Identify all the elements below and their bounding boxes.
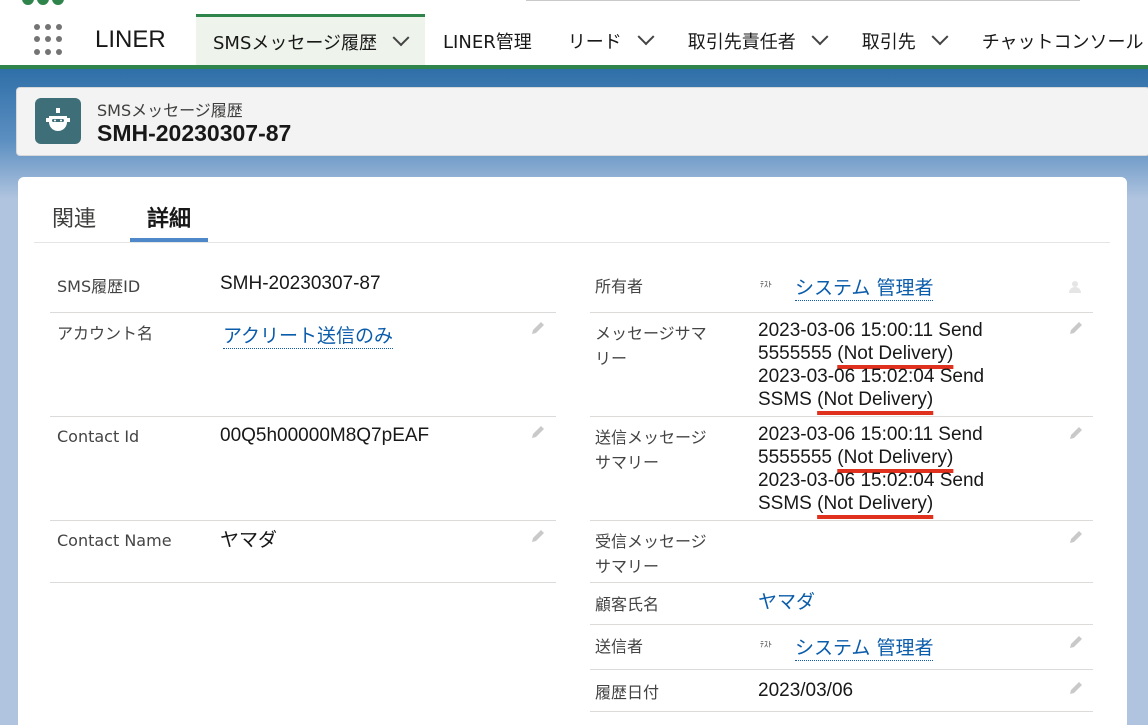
summary-line: 2023-03-06 15:00:11 Send (758, 320, 983, 341)
summary-line: 5555555 (Not Delivery) (758, 446, 984, 469)
global-nav: LINER SMSメッセージ履歴 LINER管理 リード 取引先責任者 取引先 … (0, 0, 1148, 67)
label-line: リー (595, 349, 628, 368)
tab-liner-admin[interactable]: LINER管理 (425, 14, 550, 67)
summary-line: 2023-03-06 15:02:04 Send (758, 366, 985, 387)
field-label-customer-name: 顧客氏名 (595, 595, 660, 614)
summary-line: SSMS (Not Delivery) (758, 492, 984, 515)
tab-contacts[interactable]: 取引先責任者 (670, 14, 844, 67)
tab-sms-history[interactable]: SMSメッセージ履歴 (196, 14, 426, 67)
field-value-history-date: 2023/03/06 (758, 680, 854, 701)
field-link-owner[interactable]: システム 管理者 (795, 277, 934, 301)
tab-details[interactable]: 詳細 (147, 201, 191, 233)
field-label-owner: 所有者 (595, 277, 644, 296)
field-link-customer-name[interactable]: ヤマダ (758, 591, 815, 614)
tab-leads[interactable]: リード (550, 14, 670, 67)
row-divider (590, 416, 1093, 417)
row-divider (590, 582, 1093, 583)
summary-line: 2023-03-06 15:02:04 Send (758, 470, 985, 491)
delivery-status: (Not Delivery) (817, 389, 934, 410)
row-divider (590, 711, 1093, 712)
chevron-down-icon[interactable] (811, 27, 829, 45)
field-label-sent-summary: 送信メッセージ サマリー (595, 425, 707, 475)
summary-number: 5555555 (758, 447, 838, 468)
label-line: 受信メッセージ (595, 532, 707, 551)
field-label-received-summary: 受信メッセージ サマリー (595, 529, 707, 579)
tab-label: リード (567, 31, 622, 53)
change-owner-icon[interactable] (1068, 279, 1084, 295)
row-divider (590, 669, 1093, 670)
edit-pencil-icon[interactable] (1068, 320, 1084, 336)
label-line: メッセージサマ (595, 324, 707, 343)
tab-related[interactable]: 関連 (52, 201, 96, 233)
row-divider (50, 416, 556, 417)
record-header: SMSメッセージ履歴 SMH-20230307-87 (16, 87, 1148, 156)
field-link-sender[interactable]: システム 管理者 (795, 637, 934, 661)
tab-label: 取引先 (861, 31, 916, 53)
delivery-status: (Not Delivery) (817, 493, 934, 514)
field-link-account-name[interactable]: アクリート送信のみ (223, 325, 394, 349)
field-value-message-summary: 2023-03-06 15:00:11 Send 5555555 (Not De… (758, 319, 984, 411)
chevron-down-icon[interactable] (392, 29, 410, 47)
tab-chat-console[interactable]: チャットコンソール (964, 14, 1148, 67)
field-label-sms-history-id: SMS履歴ID (57, 277, 141, 296)
field-label-contact-id: Contact Id (57, 427, 140, 446)
label-line: サマリー (595, 557, 660, 576)
edit-pencil-icon[interactable] (1068, 425, 1084, 441)
summary-line: 5555555 (Not Delivery) (758, 342, 984, 365)
row-divider (590, 312, 1093, 313)
edit-pencil-icon[interactable] (1068, 529, 1084, 545)
field-label-history-date: 履歴日付 (595, 683, 660, 702)
tab-label: LINER管理 (443, 31, 532, 53)
chevron-down-icon[interactable] (931, 27, 949, 45)
summary-number: SSMS (758, 493, 818, 514)
row-divider (50, 312, 556, 313)
detail-panel: 関連 詳細 SMS履歴ID SMH-20230307-87 アカウント名 アクリ… (18, 177, 1127, 725)
tabs-divider (34, 242, 1110, 243)
tab-label: 取引先責任者 (687, 31, 796, 53)
chevron-down-icon[interactable] (637, 27, 655, 45)
edit-pencil-icon[interactable] (1068, 634, 1084, 650)
sms-history-object-icon (35, 98, 81, 144)
summary-number: 5555555 (758, 343, 838, 364)
field-label-message-summary: メッセージサマ リー (595, 321, 707, 371)
owner-badge: ﾃｽﾄ (760, 280, 772, 289)
app-launcher-icon[interactable] (34, 24, 66, 56)
record-title: SMH-20230307-87 (97, 120, 292, 146)
summary-line: SSMS (Not Delivery) (758, 388, 984, 411)
edit-pencil-icon[interactable] (530, 424, 546, 440)
field-value-contact-id: 00Q5h00000M8Q7pEAF (220, 425, 430, 446)
edit-pencil-icon[interactable] (1068, 680, 1084, 696)
row-divider (50, 582, 556, 583)
field-label-account-name: アカウント名 (57, 324, 154, 343)
field-label-sender: 送信者 (595, 637, 644, 656)
top-dots-decoration (22, 0, 64, 5)
tab-label: チャットコンソール (981, 31, 1144, 53)
field-value-sms-history-id: SMH-20230307-87 (220, 273, 381, 294)
edit-pencil-icon[interactable] (530, 320, 546, 336)
label-line: サマリー (595, 453, 660, 472)
label-line: 送信メッセージ (595, 428, 707, 447)
summary-number: SSMS (758, 389, 818, 410)
nav-tabs: SMSメッセージ履歴 LINER管理 リード 取引先責任者 取引先 チャットコン… (196, 14, 1148, 67)
field-label-contact-name: Contact Name (57, 531, 172, 550)
field-value-contact-name: ヤマダ (220, 530, 278, 551)
delivery-status: (Not Delivery) (837, 447, 954, 468)
summary-line: 2023-03-06 15:00:11 Send (758, 424, 983, 445)
app-name: LINER (95, 26, 166, 53)
row-divider (50, 520, 556, 521)
edit-pencil-icon[interactable] (530, 528, 546, 544)
row-divider (590, 520, 1093, 521)
delivery-status: (Not Delivery) (837, 343, 954, 364)
sender-badge: ﾃｽﾄ (760, 640, 772, 649)
tab-label: SMSメッセージ履歴 (213, 33, 378, 54)
top-divider (526, 0, 1080, 1)
tab-accounts[interactable]: 取引先 (844, 14, 964, 67)
row-divider (590, 624, 1093, 625)
field-value-sent-summary: 2023-03-06 15:00:11 Send 5555555 (Not De… (758, 423, 984, 515)
object-type-label: SMSメッセージ履歴 (97, 101, 243, 120)
